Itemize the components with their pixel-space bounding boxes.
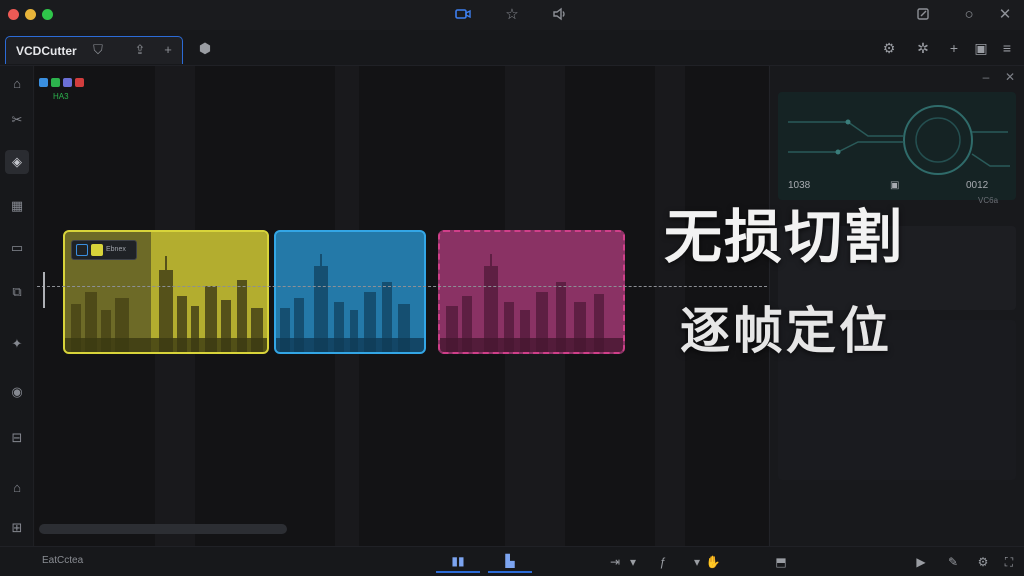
track-purple-icon[interactable] xyxy=(63,78,72,87)
maximize-window-button[interactable] xyxy=(42,9,53,20)
layers-icon[interactable]: ⧉ xyxy=(5,280,29,304)
tab-bar: VCDCutter ⛉ ⇪ + ⬢ ⚙ ✲ + ▣ ≡ xyxy=(0,30,1024,66)
diamond-tool-icon[interactable]: ◈ xyxy=(5,150,29,174)
speaker-icon[interactable] xyxy=(550,5,570,25)
transition-icon[interactable]: ⇥ xyxy=(606,553,624,571)
playhead[interactable] xyxy=(43,272,45,308)
track-blue-icon[interactable] xyxy=(39,78,48,87)
star-icon[interactable]: ☆ xyxy=(502,5,522,25)
bottom-bar: EatCctea ▮▮ ▙ ⇥ ▾ ƒ ▾ ✋ ⬒ ▶ ✎ ⚙ ⛶ xyxy=(0,546,1024,576)
timeline-canvas[interactable]: HA3 Ebnex xyxy=(35,66,768,546)
histogram-view-tab[interactable]: ▙ xyxy=(488,551,532,573)
image-icon[interactable]: ▣ xyxy=(972,39,990,57)
toolbox-icon[interactable]: ▭ xyxy=(5,236,29,260)
status-text: EatCctea xyxy=(42,555,84,566)
close-window-button[interactable] xyxy=(8,9,19,20)
close-panel-icon[interactable]: ✕ xyxy=(1002,69,1018,85)
export-icon[interactable]: ⌂ xyxy=(5,476,29,500)
add-icon[interactable]: + xyxy=(945,39,963,57)
track-label: HA3 xyxy=(53,92,69,101)
circle-icon[interactable]: ○ xyxy=(959,5,979,25)
subline-text: 逐帧定位 xyxy=(680,302,892,360)
media-icon[interactable]: ▦ xyxy=(5,194,29,218)
audio-icon[interactable]: ◉ xyxy=(5,380,29,404)
horizontal-scrollbar[interactable] xyxy=(39,524,287,534)
stat-codec: VC6a xyxy=(978,196,999,205)
clip-tag-label: Ebnex xyxy=(106,246,126,253)
hand-icon[interactable]: ✋ xyxy=(704,553,722,571)
import-icon[interactable]: ⬒ xyxy=(772,553,790,571)
fullscreen-icon[interactable]: ⛶ xyxy=(1000,553,1018,571)
close-icon[interactable]: ✕ xyxy=(995,5,1015,25)
tab-vcdcutter[interactable]: VCDCutter ⛉ ⇪ + xyxy=(5,36,183,64)
tab-title: VCDCutter xyxy=(16,44,77,58)
video-clip-blue[interactable] xyxy=(274,230,426,354)
badge-icon[interactable]: ⬢ xyxy=(196,39,214,57)
stat-duration: 1038 xyxy=(788,180,811,191)
share-icon[interactable]: ⇪ xyxy=(132,42,148,58)
settings-icon[interactable]: ⚙ xyxy=(974,553,992,571)
settings-gear-icon[interactable]: ⚙ xyxy=(880,39,898,57)
track-green-icon[interactable] xyxy=(51,78,60,87)
headline-text: 无损切割 xyxy=(664,203,905,271)
brush-icon[interactable]: ✎ xyxy=(944,553,962,571)
scrub-guide-line xyxy=(37,286,767,287)
subtitle-icon[interactable]: ⊟ xyxy=(5,426,29,450)
title-bar: ☆ ○ ✕ xyxy=(0,0,1024,30)
play-icon[interactable]: ▶ xyxy=(912,553,930,571)
effects-icon[interactable]: ✦ xyxy=(5,332,29,356)
panel-header: – ✕ xyxy=(770,66,1024,88)
clip-lock-icon xyxy=(91,244,103,256)
minimize-window-button[interactable] xyxy=(25,9,36,20)
home-icon[interactable]: ⌂ xyxy=(5,72,29,96)
dropdown-chevron-icon[interactable]: ▾ xyxy=(624,553,642,571)
city-skyline-image xyxy=(440,254,623,352)
track-red-icon[interactable] xyxy=(75,78,84,87)
video-clip-yellow[interactable]: Ebnex xyxy=(63,230,269,354)
shield-check-icon[interactable]: ⛉ xyxy=(90,42,106,58)
stat-frames: 0012 xyxy=(966,180,989,191)
crop-icon[interactable]: ✂ xyxy=(5,108,29,132)
video-camera-icon[interactable] xyxy=(453,5,473,25)
edit-box-icon[interactable] xyxy=(914,5,934,25)
clip-tag[interactable]: Ebnex xyxy=(71,240,137,260)
city-skyline-image xyxy=(276,254,424,352)
clip-type-icon xyxy=(76,244,88,256)
plugin-gear-icon[interactable]: ✲ xyxy=(914,39,932,57)
video-clip-pink[interactable] xyxy=(438,230,625,354)
function-icon[interactable]: ƒ xyxy=(654,553,672,571)
bars-view-tab[interactable]: ▮▮ xyxy=(436,551,480,573)
minimize-panel-icon[interactable]: – xyxy=(978,69,994,85)
stat-crop-icon: ▣ xyxy=(890,180,900,191)
grid-icon[interactable]: ⊞ xyxy=(5,516,29,540)
add-tab-icon[interactable]: + xyxy=(160,42,176,58)
menu-icon[interactable]: ≡ xyxy=(998,39,1016,57)
city-skyline-image xyxy=(65,256,267,352)
left-sidebar: ⌂ ✂ ◈ ▦ ▭ ⧉ ✦ ◉ ⊟ ⌂ ⊞ xyxy=(0,66,34,546)
